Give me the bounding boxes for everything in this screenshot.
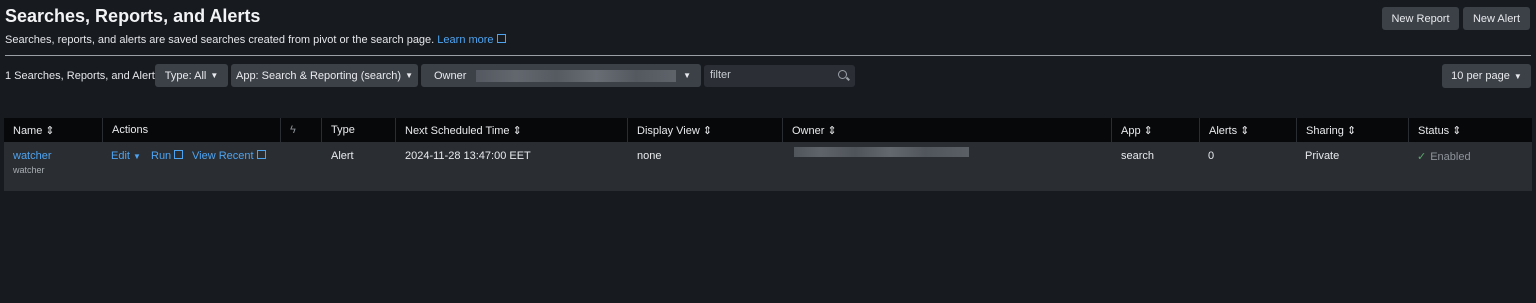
filter-placeholder: filter (710, 69, 731, 81)
learn-more-link[interactable]: Learn more (437, 34, 506, 46)
row-sharing: Private (1305, 150, 1340, 162)
learn-more-label: Learn more (437, 34, 494, 46)
row-next-scheduled: 2024-11-28 13:47:00 EET (405, 150, 531, 162)
header-divider (5, 55, 1531, 56)
subtitle-text: Searches, reports, and alerts are saved … (5, 34, 435, 46)
table-row: watcher watcher Edit ▼ Run View Recent Al… (4, 142, 1532, 191)
edit-label: Edit (111, 150, 130, 162)
header-actions: Actions (102, 118, 280, 142)
owner-filter-label: Owner (434, 69, 467, 82)
header-display-view[interactable]: Display View ⇕ (627, 118, 782, 142)
edit-menu[interactable]: Edit ▼ (111, 150, 141, 162)
new-alert-button[interactable]: New Alert (1463, 7, 1530, 30)
per-page-label: 10 per page (1451, 70, 1510, 82)
row-app: search (1121, 150, 1155, 162)
sort-icon: ⇕ (1452, 125, 1462, 137)
header-name[interactable]: Name ⇕ (4, 118, 102, 142)
saved-searches-table: Name ⇕ Actions ϟ Type Next Scheduled Tim… (4, 118, 1532, 191)
external-link-icon (496, 34, 506, 43)
type-filter-label: Type: All (164, 69, 207, 82)
app-filter-label: App: Search & Reporting (search) (235, 69, 402, 82)
header-type: Type (321, 118, 395, 142)
new-alert-label: New Alert (1472, 12, 1521, 25)
sort-icon: ⇕ (1346, 125, 1357, 137)
caret-down-icon: ▼ (683, 71, 691, 80)
page-title: Searches, Reports, and Alerts (5, 6, 261, 26)
row-owner-redacted (794, 147, 969, 157)
header-alerts[interactable]: Alerts ⇕ (1199, 118, 1296, 142)
row-name-link[interactable]: watcher (13, 150, 52, 162)
row-type: Alert (331, 150, 354, 162)
new-report-label: New Report (1391, 12, 1450, 25)
caret-down-icon: ▼ (132, 152, 141, 161)
run-label: Run (151, 150, 172, 162)
header-sharing[interactable]: Sharing ⇕ (1296, 118, 1408, 142)
run-link[interactable]: Run (151, 150, 184, 162)
external-link-icon (256, 150, 266, 159)
owner-redacted (476, 69, 677, 82)
app-filter-dropdown[interactable]: App: Search & Reporting (search) ▼ (231, 64, 418, 87)
sort-icon: ⇕ (45, 125, 55, 137)
type-filter-dropdown[interactable]: Type: All ▼ (155, 64, 228, 87)
check-icon: ✓ (1417, 151, 1427, 163)
row-display-view: none (637, 150, 662, 162)
caret-down-icon: ▼ (405, 71, 413, 80)
filter-input[interactable]: filter (704, 65, 855, 87)
sort-icon: ⇕ (1143, 125, 1153, 137)
page-subtitle: Searches, reports, and alerts are saved … (5, 34, 506, 46)
sort-icon: ⇕ (512, 125, 522, 137)
view-recent-label: View Recent (192, 150, 254, 162)
new-report-button[interactable]: New Report (1382, 7, 1459, 30)
view-recent-link[interactable]: View Recent (192, 150, 266, 162)
row-name-sub: watcher (13, 165, 45, 175)
header-status[interactable]: Status ⇕ (1408, 118, 1532, 142)
sort-icon: ⇕ (702, 125, 713, 137)
results-count: 1 Searches, Reports, and Alerts (5, 70, 161, 82)
header-app[interactable]: App ⇕ (1111, 118, 1199, 142)
header-next-scheduled[interactable]: Next Scheduled Time ⇕ (395, 118, 627, 142)
header-owner[interactable]: Owner ⇕ (782, 118, 1111, 142)
external-link-icon (174, 150, 184, 159)
search-icon (838, 70, 847, 79)
per-page-dropdown[interactable]: 10 per page ▼ (1442, 64, 1531, 88)
sort-icon: ⇕ (827, 125, 837, 137)
owner-filter-dropdown[interactable]: Owner ▼ (421, 64, 701, 87)
sort-icon: ⇕ (1240, 125, 1250, 137)
row-alerts: 0 (1208, 150, 1215, 162)
row-status-label: Enabled (1430, 151, 1471, 163)
lightning-icon: ϟ (280, 118, 321, 142)
caret-down-icon: ▼ (1513, 71, 1522, 81)
caret-down-icon: ▼ (210, 71, 219, 80)
row-status[interactable]: ✓ Enabled (1417, 150, 1471, 163)
table-header: Name ⇕ Actions ϟ Type Next Scheduled Tim… (4, 118, 1532, 142)
